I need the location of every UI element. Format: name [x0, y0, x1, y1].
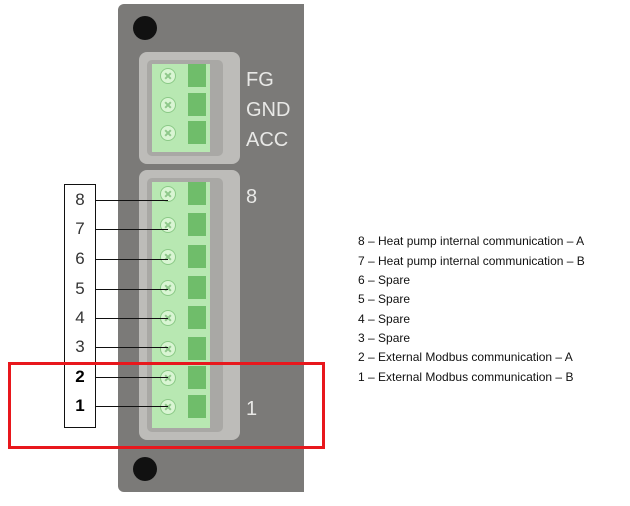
terminal-slot	[188, 337, 206, 360]
modbus-highlight-box	[8, 362, 325, 449]
terminal-slot	[188, 213, 206, 236]
mounting-hole-bottom	[133, 457, 157, 481]
label-acc: ACC	[246, 129, 289, 151]
legend-item: 8 – Heat pump internal communication – A	[358, 234, 585, 248]
pin-marker-8: 8	[246, 186, 258, 208]
terminal-slot	[188, 276, 206, 299]
terminal-screw-icon	[160, 125, 176, 141]
pin-number-5: 5	[75, 279, 85, 298]
legend-item: 7 – Heat pump internal communication – B	[358, 254, 585, 268]
terminal-screw-icon	[160, 280, 176, 296]
pin-number-8: 8	[75, 190, 85, 209]
pin-number-6: 6	[75, 249, 85, 268]
terminal-slot	[188, 245, 206, 268]
pin-number-7: 7	[75, 219, 85, 238]
wire-line	[96, 229, 168, 230]
legend-item: 3 – Spare	[358, 331, 411, 345]
terminal-slot	[188, 93, 206, 116]
label-fg: FG	[246, 69, 274, 91]
terminal-slot	[188, 64, 206, 87]
mounting-hole-top	[133, 16, 157, 40]
terminal-slot	[188, 182, 206, 205]
wire-line	[96, 259, 168, 260]
terminal-screw-icon	[160, 249, 176, 265]
pin-number-3: 3	[75, 337, 85, 356]
legend-item: 2 – External Modbus communication – A	[358, 350, 573, 364]
terminal-screw-icon	[160, 97, 176, 113]
legend-item: 4 – Spare	[358, 312, 411, 326]
terminal-screw-icon	[160, 217, 176, 233]
pin-number-4: 4	[75, 308, 85, 327]
wire-line	[96, 200, 168, 201]
terminal-slot	[188, 121, 206, 144]
wire-line	[96, 289, 168, 290]
legend-item: 5 – Spare	[358, 292, 411, 306]
legend-item: 6 – Spare	[358, 273, 411, 287]
terminal-slot	[188, 306, 206, 329]
legend-item: 1 – External Modbus communication – B	[358, 370, 574, 384]
terminal-screw-icon	[160, 341, 176, 357]
wire-line	[96, 347, 168, 348]
terminal-screw-icon	[160, 68, 176, 84]
label-gnd: GND	[246, 99, 291, 121]
wire-line	[96, 318, 168, 319]
